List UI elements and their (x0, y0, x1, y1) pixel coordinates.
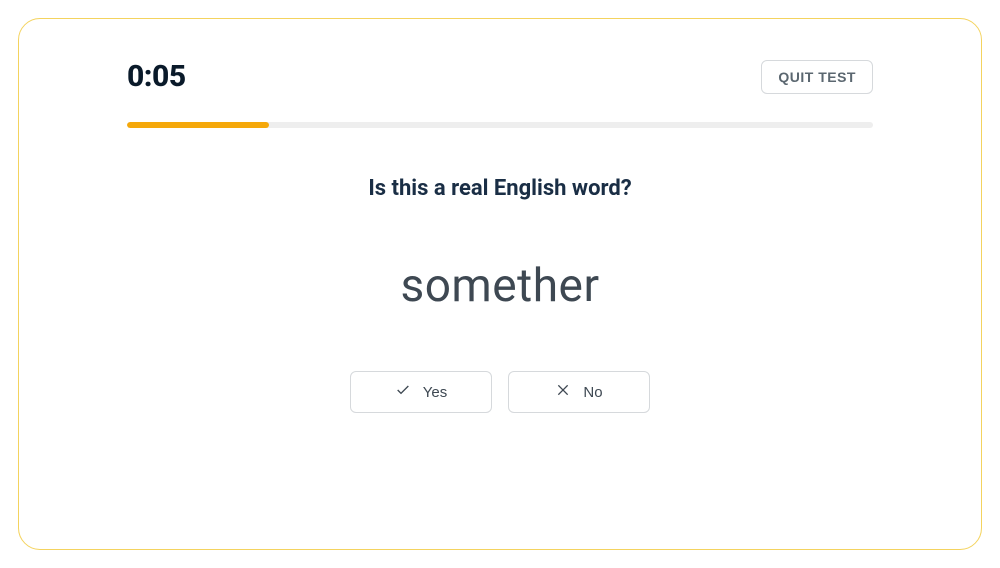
yes-label: Yes (423, 384, 447, 401)
no-label: No (583, 384, 602, 401)
x-icon (555, 382, 571, 402)
no-button[interactable]: No (508, 371, 650, 413)
check-icon (395, 382, 411, 402)
yes-button[interactable]: Yes (350, 371, 492, 413)
quiz-card: 0:05 QUIT TEST Is this a real English wo… (18, 18, 982, 550)
question-text: Is this a real English word? (127, 176, 873, 201)
progress-bar (127, 122, 873, 128)
header-row: 0:05 QUIT TEST (127, 59, 873, 94)
progress-fill (127, 122, 269, 128)
answer-buttons: Yes No (127, 371, 873, 413)
timer: 0:05 (127, 59, 186, 94)
quit-button[interactable]: QUIT TEST (761, 60, 873, 94)
target-word: somether (127, 259, 873, 313)
